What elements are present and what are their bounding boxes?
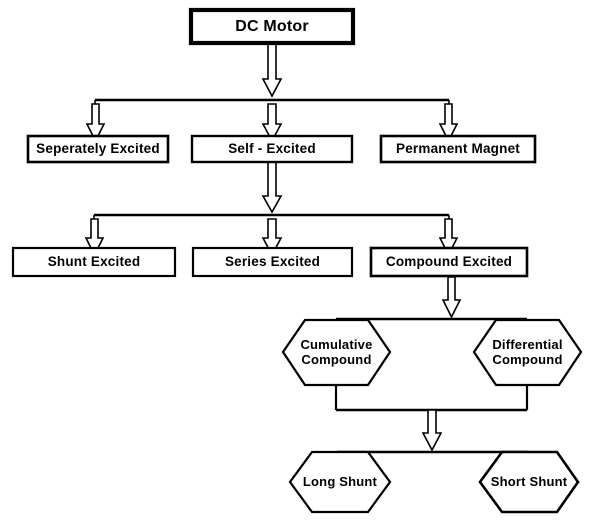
shape-self-excited (190, 134, 354, 164)
arrow-compound-down (441, 276, 462, 319)
flowchart-graphics (11, 7, 583, 514)
shape-long-shunt (288, 450, 392, 514)
shape-differential-compound (472, 318, 583, 387)
shape-series-excited (191, 246, 354, 278)
arrow-to-shunt-types (421, 409, 443, 452)
shape-dc-motor (188, 7, 356, 46)
arrow-self-excited-down (261, 160, 283, 214)
shape-permanent-magnet (379, 134, 537, 164)
flowchart-canvas: DC Motor Seperately Excited Self - Excit… (0, 0, 600, 524)
arrow-root-down (261, 42, 283, 98)
hollow-arrows (84, 42, 462, 452)
shape-short-shunt (478, 450, 580, 514)
shape-cumulative-compound (281, 318, 392, 387)
node-shapes (11, 7, 583, 514)
shape-shunt-excited (11, 246, 177, 278)
shape-compound-excited (369, 246, 529, 278)
shape-separately-excited (26, 134, 170, 164)
